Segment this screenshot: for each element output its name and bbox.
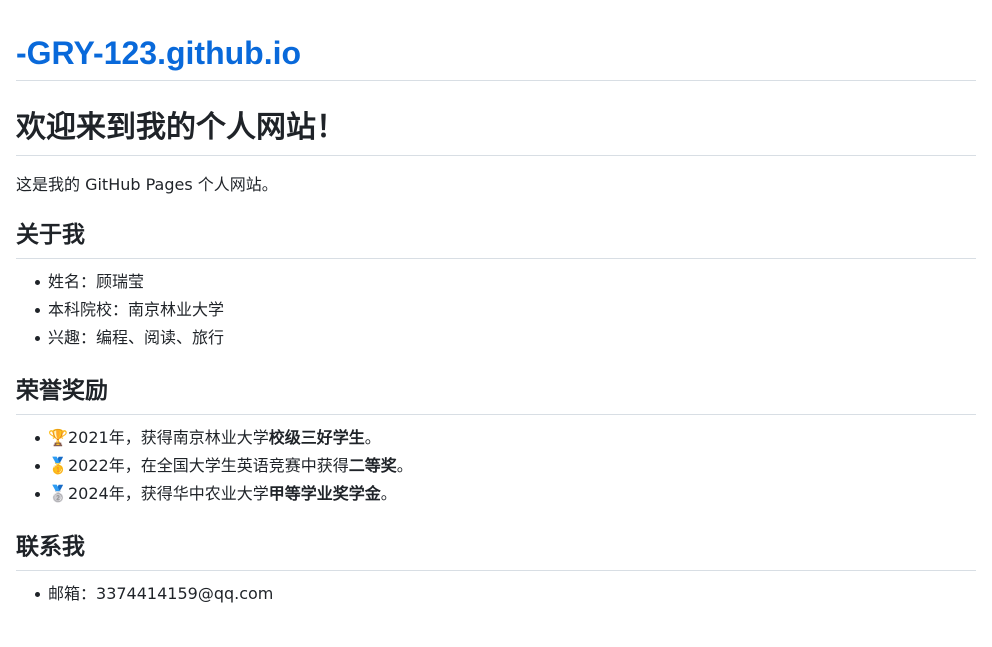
item-highlight: 二等奖 — [348, 456, 397, 475]
item-label: 本科院校： — [48, 300, 129, 319]
about-list: 姓名：顾瑞莹 本科院校：南京林业大学 兴趣：编程、阅读、旅行 — [16, 259, 976, 352]
item-suffix: 。 — [364, 428, 381, 447]
list-item: 姓名：顾瑞莹 — [16, 268, 976, 296]
item-text: 2024年，获得华中农业大学 — [68, 484, 269, 503]
section-heading-about: 关于我 — [16, 196, 976, 259]
silver-medal-icon: 🥈 — [48, 484, 68, 503]
list-item: 🥈2024年，获得华中农业大学甲等学业奖学金。 — [16, 480, 976, 508]
item-value: 编程、阅读、旅行 — [96, 328, 225, 347]
item-label: 姓名： — [48, 272, 97, 291]
section-heading-honors: 荣誉奖励 — [16, 352, 976, 415]
site-title-link[interactable]: -GRY-123.github.io — [16, 0, 976, 81]
honors-list: 🏆2021年，获得南京林业大学校级三好学生。 🥇2022年，在全国大学生英语竞赛… — [16, 415, 976, 508]
item-highlight: 甲等学业奖学金 — [268, 484, 381, 503]
item-value: 顾瑞莹 — [96, 272, 145, 291]
list-item: 兴趣：编程、阅读、旅行 — [16, 324, 976, 352]
email-value: 3374414159@qq.com — [96, 584, 274, 603]
contact-list: 邮箱：3374414159@qq.com — [16, 571, 976, 608]
intro-text: 这是我的 GitHub Pages 个人网站。 — [16, 175, 278, 194]
page-heading: 欢迎来到我的个人网站！ — [16, 81, 976, 156]
trophy-icon: 🏆 — [48, 428, 68, 447]
item-suffix: 。 — [396, 456, 413, 475]
item-label: 邮箱： — [48, 584, 97, 603]
gold-medal-icon: 🥇 — [48, 456, 68, 475]
list-item: 本科院校：南京林业大学 — [16, 296, 976, 324]
list-item: 🏆2021年，获得南京林业大学校级三好学生。 — [16, 424, 976, 452]
item-value: 南京林业大学 — [128, 300, 225, 319]
item-text: 2022年，在全国大学生英语竞赛中获得 — [68, 456, 349, 475]
item-highlight: 校级三好学生 — [268, 428, 365, 447]
item-label: 兴趣： — [48, 328, 97, 347]
section-heading-contact: 联系我 — [16, 508, 976, 571]
item-text: 2021年，获得南京林业大学 — [68, 428, 269, 447]
item-suffix: 。 — [380, 484, 397, 503]
list-item: 🥇2022年，在全国大学生英语竞赛中获得二等奖。 — [16, 452, 976, 480]
list-item: 邮箱：3374414159@qq.com — [16, 580, 976, 608]
page-content: -GRY-123.github.io 欢迎来到我的个人网站！ 这是我的 GitH… — [16, 0, 976, 608]
